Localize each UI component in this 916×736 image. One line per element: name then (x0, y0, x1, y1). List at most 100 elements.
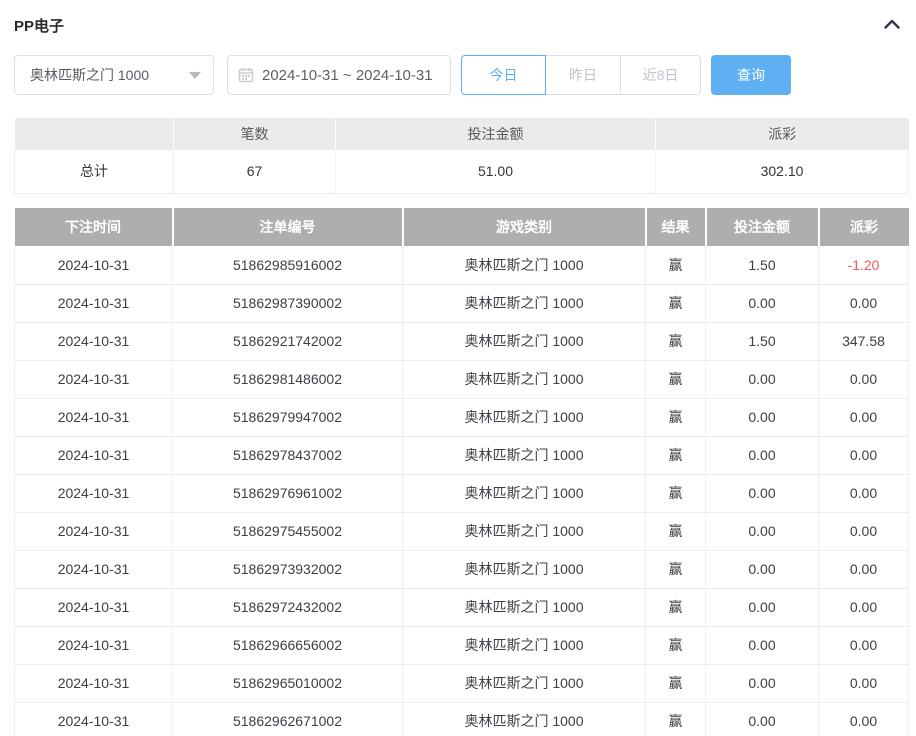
table-row: 2024-10-31 51862987390002 奥林匹斯之门 1000 赢 … (15, 284, 909, 322)
game-type-cell: 奥林匹斯之门 1000 (403, 702, 646, 736)
payout-cell: 0.00 (819, 626, 909, 664)
payout-cell: 0.00 (819, 284, 909, 322)
bet-id-cell: 51862981486002 (173, 360, 403, 398)
bet-id-cell: 51862921742002 (173, 322, 403, 360)
game-type-cell: 奥林匹斯之门 1000 (403, 322, 646, 360)
payout-cell: 0.00 (819, 588, 909, 626)
table-row: 2024-10-31 51862966656002 奥林匹斯之门 1000 赢 … (15, 626, 909, 664)
payout-cell: -1.20 (819, 246, 909, 284)
today-button[interactable]: 今日 (461, 55, 546, 95)
bet-time-cell: 2024-10-31 (15, 398, 173, 436)
chevron-up-icon (884, 19, 900, 29)
result-cell: 赢 (646, 512, 706, 550)
bet-id-cell: 51862972432002 (173, 588, 403, 626)
bet-id-cell: 51862985916002 (173, 246, 403, 284)
chevron-down-icon (189, 72, 201, 79)
quick-range-button-group: 今日 昨日 近8日 (461, 55, 701, 95)
summary-header-empty (15, 118, 174, 150)
game-type-cell: 奥林匹斯之门 1000 (403, 550, 646, 588)
payout-cell: 347.58 (819, 322, 909, 360)
table-row: 2024-10-31 51862973932002 奥林匹斯之门 1000 赢 … (15, 550, 909, 588)
calendar-icon (238, 67, 254, 83)
table-row: 2024-10-31 51862975455002 奥林匹斯之门 1000 赢 … (15, 512, 909, 550)
table-row: 2024-10-31 51862972432002 奥林匹斯之门 1000 赢 … (15, 588, 909, 626)
summary-total-count: 67 (174, 150, 336, 193)
game-type-cell: 奥林匹斯之门 1000 (403, 588, 646, 626)
summary-table: 笔数 投注金额 派彩 总计 67 51.00 302.10 (14, 118, 909, 194)
game-type-cell: 奥林匹斯之门 1000 (403, 398, 646, 436)
bet-time-cell: 2024-10-31 (15, 284, 173, 322)
result-cell: 赢 (646, 550, 706, 588)
payout-cell: 0.00 (819, 702, 909, 736)
payout-cell: 0.00 (819, 664, 909, 702)
game-select[interactable]: 奥林匹斯之门 1000 (14, 55, 214, 95)
game-type-cell: 奥林匹斯之门 1000 (403, 360, 646, 398)
panel-title: PP电子 (14, 15, 64, 36)
table-row: 2024-10-31 51862976961002 奥林匹斯之门 1000 赢 … (15, 474, 909, 512)
records-header-game-type: 游戏类别 (403, 208, 646, 246)
records-header-bet-amount: 投注金额 (706, 208, 819, 246)
result-cell: 赢 (646, 436, 706, 474)
summary-header-row: 笔数 投注金额 派彩 (15, 118, 909, 150)
bet-id-cell: 51862979947002 (173, 398, 403, 436)
date-range-value: 2024-10-31 ~ 2024-10-31 (262, 67, 433, 84)
bet-time-cell: 2024-10-31 (15, 322, 173, 360)
bet-id-cell: 51862966656002 (173, 626, 403, 664)
date-range-picker[interactable]: 2024-10-31 ~ 2024-10-31 (227, 55, 451, 95)
table-row: 2024-10-31 51862921742002 奥林匹斯之门 1000 赢 … (15, 322, 909, 360)
summary-header-count: 笔数 (174, 118, 336, 150)
result-cell: 赢 (646, 322, 706, 360)
result-cell: 赢 (646, 626, 706, 664)
payout-cell: 0.00 (819, 436, 909, 474)
records-header-bet-time: 下注时间 (15, 208, 173, 246)
summary-total-label: 总计 (15, 150, 174, 193)
bet-amount-cell: 0.00 (706, 664, 819, 702)
bet-time-cell: 2024-10-31 (15, 550, 173, 588)
bet-amount-cell: 0.00 (706, 436, 819, 474)
table-row: 2024-10-31 51862985916002 奥林匹斯之门 1000 赢 … (15, 246, 909, 284)
last-8-days-button[interactable]: 近8日 (621, 55, 701, 95)
bet-time-cell: 2024-10-31 (15, 626, 173, 664)
result-cell: 赢 (646, 284, 706, 322)
bet-time-cell: 2024-10-31 (15, 702, 173, 736)
bet-id-cell: 51862962671002 (173, 702, 403, 736)
game-type-cell: 奥林匹斯之门 1000 (403, 246, 646, 284)
summary-total-payout: 302.10 (656, 150, 909, 193)
yesterday-button[interactable]: 昨日 (546, 55, 621, 95)
bet-amount-cell: 1.50 (706, 322, 819, 360)
summary-total-row: 总计 67 51.00 302.10 (15, 150, 909, 193)
bet-id-cell: 51862975455002 (173, 512, 403, 550)
game-select-value: 奥林匹斯之门 1000 (30, 65, 189, 85)
summary-total-bet-amount: 51.00 (336, 150, 656, 193)
bet-amount-cell: 0.00 (706, 550, 819, 588)
bet-amount-cell: 1.50 (706, 246, 819, 284)
result-cell: 赢 (646, 702, 706, 736)
query-button[interactable]: 查询 (711, 55, 791, 95)
bet-time-cell: 2024-10-31 (15, 360, 173, 398)
bet-time-cell: 2024-10-31 (15, 246, 173, 284)
bet-amount-cell: 0.00 (706, 360, 819, 398)
payout-cell: 0.00 (819, 398, 909, 436)
collapse-button[interactable] (878, 12, 906, 36)
bet-id-cell: 51862965010002 (173, 664, 403, 702)
bet-amount-cell: 0.00 (706, 398, 819, 436)
bet-amount-cell: 0.00 (706, 512, 819, 550)
result-cell: 赢 (646, 664, 706, 702)
bet-id-cell: 51862973932002 (173, 550, 403, 588)
game-type-cell: 奥林匹斯之门 1000 (403, 474, 646, 512)
records-table: 下注时间 注单编号 游戏类别 结果 投注金额 派彩 2024-10-31 518… (14, 208, 909, 736)
summary-header-payout: 派彩 (656, 118, 909, 150)
filter-bar: 奥林匹斯之门 1000 2024-10-31 ~ 2024-10-31 (14, 55, 791, 95)
result-cell: 赢 (646, 588, 706, 626)
game-type-cell: 奥林匹斯之门 1000 (403, 436, 646, 474)
payout-cell: 0.00 (819, 550, 909, 588)
bet-time-cell: 2024-10-31 (15, 474, 173, 512)
records-header-row: 下注时间 注单编号 游戏类别 结果 投注金额 派彩 (15, 208, 909, 246)
bet-amount-cell: 0.00 (706, 474, 819, 512)
table-row: 2024-10-31 51862981486002 奥林匹斯之门 1000 赢 … (15, 360, 909, 398)
payout-cell: 0.00 (819, 360, 909, 398)
game-type-cell: 奥林匹斯之门 1000 (403, 626, 646, 664)
pp-electronic-panel: PP电子 奥林匹斯之门 1000 (0, 0, 916, 736)
table-row: 2024-10-31 51862965010002 奥林匹斯之门 1000 赢 … (15, 664, 909, 702)
bet-amount-cell: 0.00 (706, 626, 819, 664)
